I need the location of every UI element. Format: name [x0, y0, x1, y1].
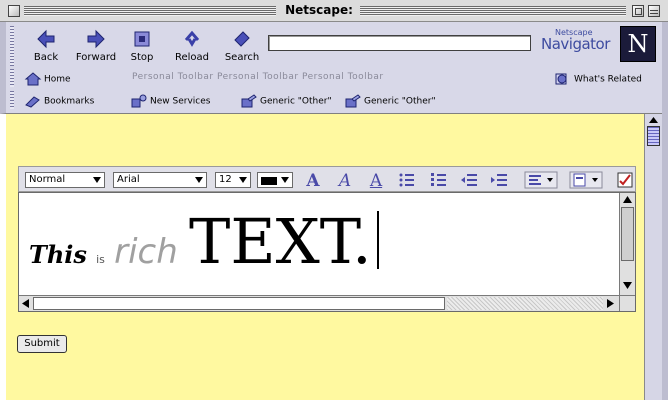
stop-button[interactable]: Stop — [118, 28, 166, 63]
font-size-value: 12 — [219, 174, 232, 185]
bullet-list-icon[interactable] — [397, 171, 417, 189]
bookmarks-button[interactable]: Bookmarks — [24, 94, 94, 108]
reload-icon — [184, 30, 200, 47]
search-button[interactable]: Search — [218, 28, 266, 63]
underline-icon[interactable]: A — [366, 171, 386, 191]
insert-object-dropdown-icon[interactable] — [569, 171, 603, 189]
generic-other-button[interactable]: Generic "Other" — [344, 94, 436, 108]
toolbar-grip[interactable] — [10, 69, 14, 87]
new-services-icon — [131, 94, 147, 108]
whats-related-label: What's Related — [574, 74, 642, 85]
word-small: is — [96, 253, 105, 266]
word-italic-gray: rich — [114, 232, 178, 272]
numbered-list-icon[interactable] — [429, 171, 449, 189]
outdent-icon[interactable] — [459, 171, 479, 189]
editor-text[interactable]: This is rich TEXT. — [29, 205, 379, 278]
scroll-thumb[interactable] — [621, 207, 634, 261]
browser-chrome: Back Forward Stop Reload Search Netscape… — [0, 22, 668, 114]
bookmarks-icon — [25, 96, 40, 108]
reload-button[interactable]: Reload — [168, 28, 216, 63]
scroll-up-arrow-icon[interactable] — [622, 195, 633, 204]
reload-label: Reload — [174, 52, 210, 63]
home-button[interactable]: Home — [24, 72, 71, 86]
personal-toolbar-item[interactable]: Personal Toolbar — [302, 72, 384, 82]
spell-check-icon[interactable] — [615, 171, 635, 189]
italic-icon[interactable]: A — [335, 171, 355, 191]
toolbar-grip[interactable] — [10, 91, 14, 109]
bookmarks-label: Bookmarks — [44, 96, 95, 107]
new-services-button[interactable]: New Services — [130, 94, 210, 108]
generic-other-label: Generic "Other" — [260, 96, 332, 107]
scroll-thumb[interactable] — [647, 126, 660, 146]
window-frame-edge — [662, 22, 668, 400]
paragraph-style-select[interactable]: Normal — [25, 172, 105, 188]
new-services-label: New Services — [150, 96, 211, 107]
color-swatch — [261, 177, 277, 185]
indent-icon[interactable] — [489, 171, 509, 189]
font-value: Arial — [117, 174, 140, 185]
home-icon — [24, 72, 42, 86]
chevron-down-icon — [93, 177, 101, 183]
word-large-serif: TEXT. — [188, 205, 372, 278]
window-title-bar[interactable]: Netscape: — [0, 0, 668, 22]
align-dropdown-icon[interactable] — [524, 171, 558, 189]
forward-arrow-icon — [87, 29, 105, 49]
folder-bookmark-icon — [241, 94, 257, 108]
collapse-box-icon[interactable] — [648, 5, 660, 17]
scroll-right-arrow-icon[interactable] — [606, 298, 615, 309]
home-label: Home — [44, 74, 71, 85]
paragraph-style-value: Normal — [29, 174, 66, 185]
rich-text-toolbar: Normal Arial 12 A A A — [18, 166, 636, 192]
back-button[interactable]: Back — [22, 28, 70, 63]
back-arrow-icon — [37, 29, 55, 49]
personal-toolbar-item[interactable]: Personal Toolbar — [132, 72, 214, 82]
zoom-box-icon[interactable] — [632, 5, 644, 17]
editor-horizontal-scrollbar[interactable] — [19, 295, 619, 311]
whats-related-icon — [555, 73, 567, 85]
scroll-thumb[interactable] — [33, 297, 445, 310]
search-label: Search — [224, 52, 260, 63]
window-title: Netscape: — [285, 3, 353, 17]
personal-toolbar: Home Personal Toolbar Personal Toolbar P… — [6, 69, 668, 89]
scroll-down-arrow-icon[interactable] — [622, 281, 633, 290]
font-select[interactable]: Arial — [113, 172, 207, 188]
font-size-select[interactable]: 12 — [215, 172, 251, 188]
bookmarks-toolbar: Bookmarks New Services Generic "Other" G… — [6, 91, 668, 111]
close-box-icon[interactable] — [8, 5, 20, 17]
scroll-track[interactable] — [447, 297, 603, 310]
back-label: Back — [33, 52, 59, 63]
generic-other-button[interactable]: Generic "Other" — [240, 94, 332, 108]
toolbar-grip[interactable] — [10, 26, 14, 66]
search-icon — [234, 31, 250, 47]
forward-button[interactable]: Forward — [72, 28, 120, 63]
submit-button[interactable]: Submit — [17, 335, 67, 353]
title-bar-stripes — [360, 6, 626, 16]
page-vertical-scrollbar[interactable] — [644, 114, 662, 400]
scroll-left-arrow-icon[interactable] — [21, 298, 30, 309]
folder-bookmark-icon — [345, 94, 361, 108]
word-bold-italic: This — [29, 240, 87, 269]
personal-toolbar-item[interactable]: Personal Toolbar — [217, 72, 299, 82]
scrollbar-corner — [619, 295, 635, 311]
text-color-select[interactable] — [257, 172, 293, 188]
brand-big: Navigator — [541, 35, 610, 53]
chevron-down-icon — [195, 177, 203, 183]
text-caret — [376, 211, 379, 269]
netscape-n-logo[interactable]: N — [620, 26, 656, 62]
bold-icon[interactable]: A — [303, 171, 323, 191]
title-bar-stripes — [24, 6, 276, 16]
generic-other-label: Generic "Other" — [364, 96, 436, 107]
logo-letter: N — [627, 30, 649, 58]
editor-vertical-scrollbar[interactable] — [619, 193, 635, 295]
location-input[interactable] — [268, 35, 531, 51]
chevron-down-icon — [239, 177, 247, 183]
scroll-up-arrow-icon[interactable] — [647, 115, 660, 125]
stop-label: Stop — [130, 52, 154, 63]
forward-label: Forward — [75, 52, 117, 63]
rich-text-editor[interactable]: This is rich TEXT. — [18, 192, 636, 312]
whats-related-button[interactable]: What's Related — [554, 72, 642, 86]
stop-icon — [134, 31, 150, 47]
chevron-down-icon — [281, 177, 289, 183]
